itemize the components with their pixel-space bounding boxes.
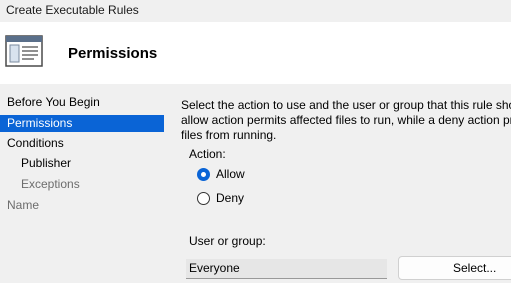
window-title: Create Executable Rules bbox=[6, 3, 139, 17]
step-conditions[interactable]: Conditions bbox=[0, 135, 164, 152]
header-panel: Permissions bbox=[0, 22, 511, 84]
step-label: Permissions bbox=[7, 116, 73, 130]
step-label: Exceptions bbox=[21, 177, 80, 191]
page-title: Permissions bbox=[68, 45, 158, 62]
step-before-you-begin[interactable]: Before You Begin bbox=[0, 94, 164, 111]
description-line: files from running. bbox=[181, 128, 277, 142]
allow-radio-button[interactable] bbox=[197, 167, 210, 181]
deny-label: Deny bbox=[216, 191, 245, 205]
step-label: Name bbox=[7, 198, 40, 212]
wizard-steps-sidebar: Before You Begin Permissions Conditions … bbox=[0, 84, 165, 283]
title-bar: Create Executable Rules bbox=[0, 0, 511, 22]
step-label: Before You Begin bbox=[7, 95, 100, 109]
step-exceptions: Exceptions bbox=[0, 176, 164, 193]
permissions-content: Select the action to use and the user or… bbox=[165, 84, 511, 283]
allow-label: Allow bbox=[216, 167, 245, 181]
user-or-group-field: Everyone bbox=[186, 259, 387, 279]
description-text: Select the action to use and the user or… bbox=[181, 98, 511, 143]
step-name: Name bbox=[0, 197, 164, 214]
deny-radio-option[interactable]: Deny bbox=[197, 190, 244, 206]
action-label: Action: bbox=[189, 147, 226, 161]
step-publisher[interactable]: Publisher bbox=[0, 155, 164, 172]
step-label: Publisher bbox=[21, 156, 72, 170]
user-or-group-label: User or group: bbox=[189, 234, 266, 248]
select-user-button[interactable]: Select... bbox=[398, 256, 511, 280]
deny-radio-button[interactable] bbox=[197, 191, 210, 205]
step-label: Conditions bbox=[7, 136, 64, 150]
wizard-page-icon bbox=[5, 35, 43, 67]
description-line: Select the action to use and the user or… bbox=[181, 98, 511, 112]
step-permissions[interactable]: Permissions bbox=[0, 115, 164, 132]
allow-radio-option[interactable]: Allow bbox=[197, 166, 245, 182]
description-line: allow action permits affected files to r… bbox=[181, 113, 511, 127]
